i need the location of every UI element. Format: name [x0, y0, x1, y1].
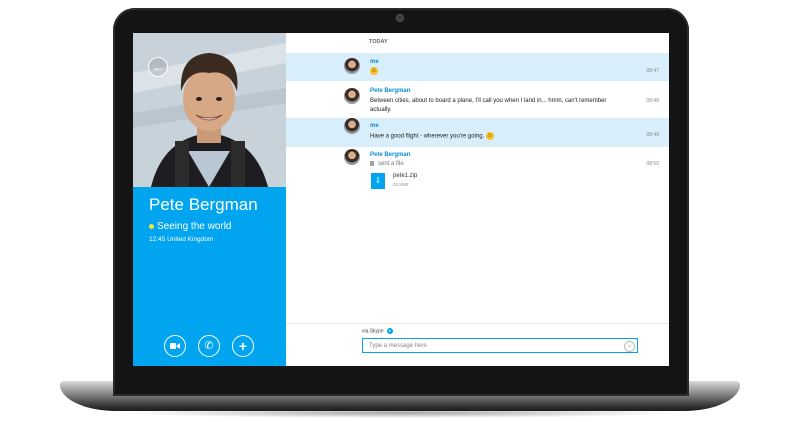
message-sender: me [370, 123, 379, 129]
smiley-emoji-icon: ☺ [370, 67, 378, 75]
file-icon[interactable]: ⇩ [371, 173, 385, 189]
message-time: 08:48 [646, 98, 659, 104]
smiley-emoji-icon: ☺ [485, 132, 494, 140]
back-button[interactable]: ← [148, 57, 168, 77]
add-button[interactable]: + [232, 335, 254, 357]
video-camera-icon [170, 343, 180, 350]
dropdown-icon[interactable]: ▾ [386, 328, 393, 334]
document-icon [370, 160, 374, 166]
avatar [344, 88, 360, 104]
plus-icon: + [238, 338, 248, 354]
message-sender: me [370, 59, 379, 65]
contact-profile-panel: ← Pete Bergman Seeing the world 12:45 Un… [133, 33, 286, 366]
message-time: 08:50 [646, 161, 659, 167]
message-row[interactable]: Pete Bergman sent a file 08:50 [286, 149, 669, 199]
status-text: Seeing the world [157, 221, 232, 232]
file-size: 22.5MB [393, 182, 409, 187]
audio-call-button[interactable]: ✆ [198, 335, 220, 357]
message-text: Have a good flight - wherever you're goi… [370, 132, 620, 142]
file-name[interactable]: pete1.zip [393, 173, 417, 179]
webcam-icon [397, 15, 403, 21]
presence-dot-icon [149, 223, 154, 229]
via-skype-label[interactable]: via Skype ▾ [362, 328, 393, 334]
message-row[interactable]: me ☺ 08:47 [286, 53, 669, 81]
message-text: Between cities, about to board a plane, … [370, 98, 607, 113]
message-sender: Pete Bergman [370, 88, 411, 94]
message-row[interactable]: me Have a good flight - wherever you're … [286, 118, 669, 147]
message-input[interactable]: Type a message here [362, 338, 638, 353]
message-time: 08:47 [646, 68, 659, 74]
day-separator: TODAY [369, 39, 388, 45]
phone-icon: ✆ [204, 340, 214, 352]
contact-local-time: 12:45 United Kingdom [149, 236, 214, 243]
contact-name: Pete Bergman [149, 195, 258, 214]
via-label-text: via Skype [362, 328, 384, 335]
message-sender: Pete Bergman [370, 152, 411, 158]
avatar [344, 118, 360, 134]
contact-status: Seeing the world [149, 221, 232, 232]
message-row[interactable]: Pete Bergman Between cities, about to bo… [286, 84, 669, 118]
message-composer: via Skype ▾ Type a message here ☺ [286, 323, 669, 366]
message-text: sent a file [370, 160, 620, 169]
emoticon-button[interactable]: ☺ [624, 341, 635, 352]
contact-photo: ← [133, 33, 286, 187]
message-text: ☺ [370, 67, 620, 77]
message-time: 08:49 [646, 132, 659, 138]
file-note: sent a file [378, 161, 404, 167]
message-text-content: Have a good flight - wherever you're goi… [370, 133, 485, 140]
video-call-button[interactable] [164, 335, 186, 357]
conversation-pane: TODAY me ☺ 08:47 Pete Bergman Between ci… [286, 33, 669, 366]
skype-window: ← Pete Bergman Seeing the world 12:45 Un… [133, 33, 669, 366]
back-arrow-icon: ← [152, 60, 164, 74]
avatar [344, 58, 360, 74]
avatar [344, 149, 360, 165]
